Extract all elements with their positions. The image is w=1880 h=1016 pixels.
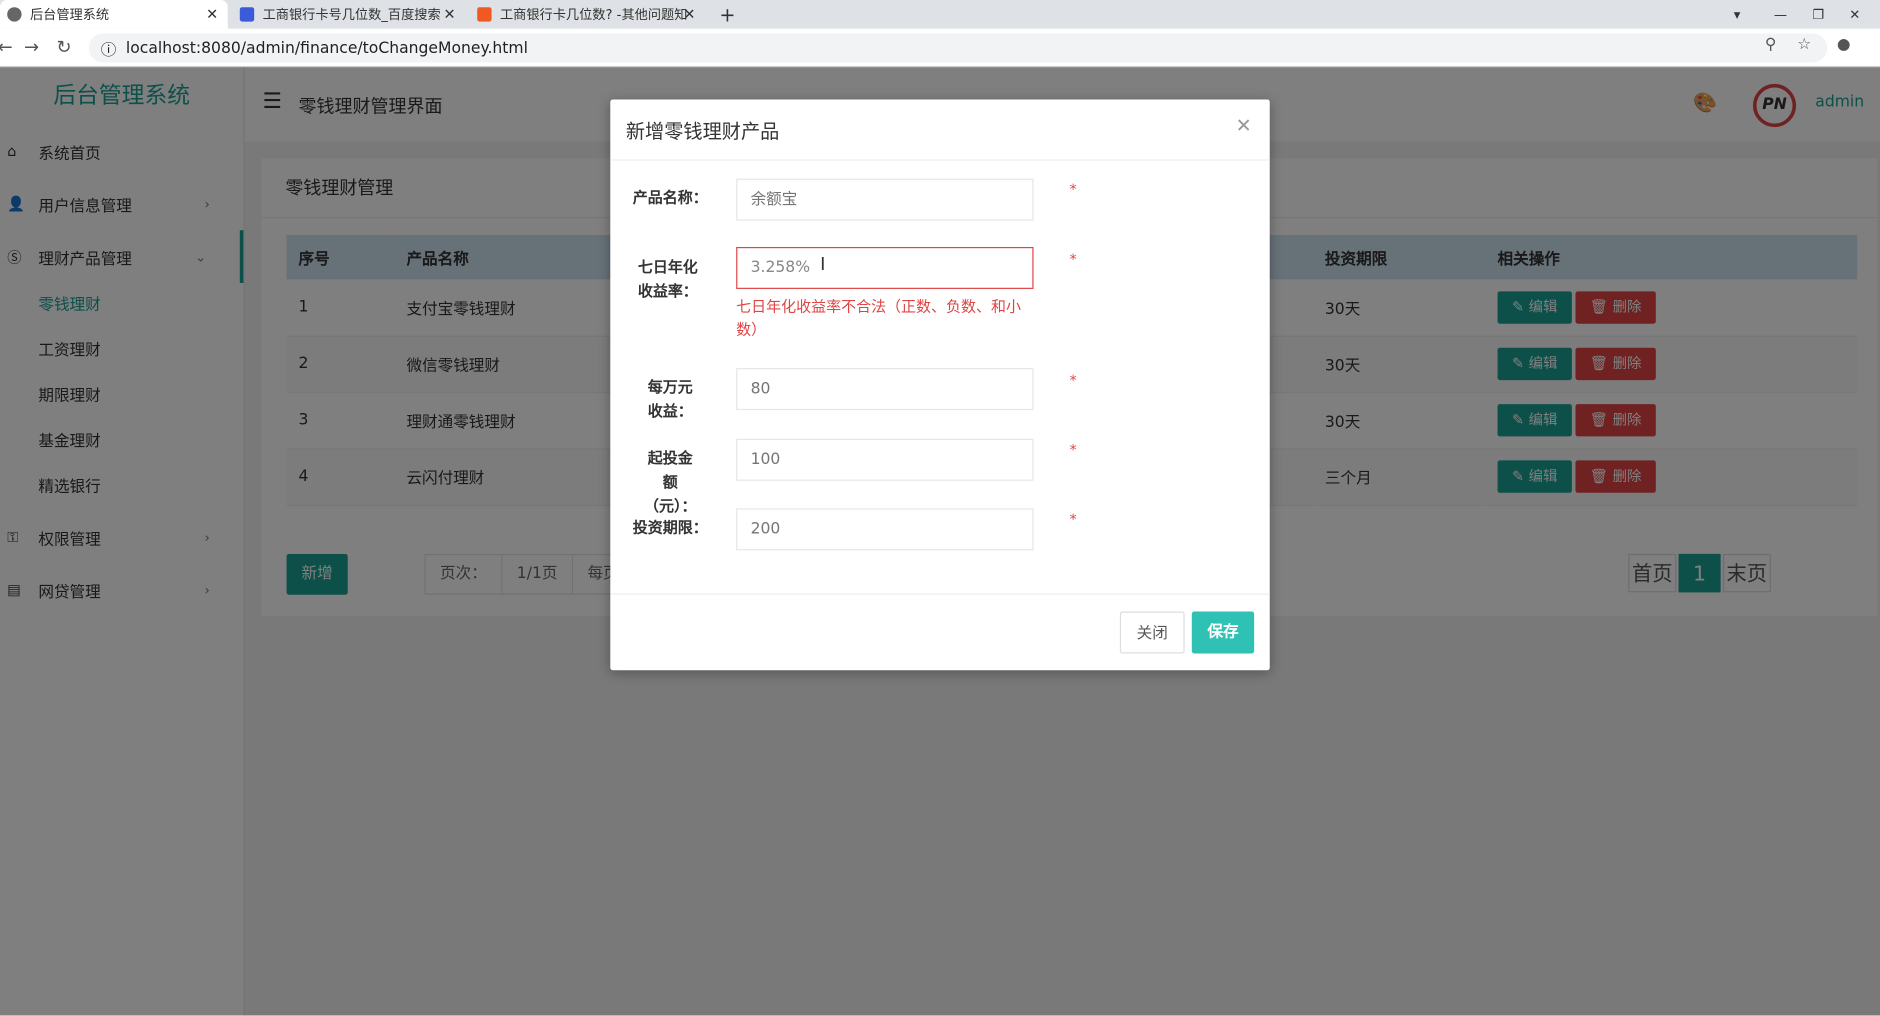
dialog-footer-divider [610, 593, 1270, 595]
field-label: 产品名称： [632, 188, 708, 207]
star-icon[interactable]: ☆ [1797, 36, 1811, 54]
forward-icon[interactable]: → [24, 36, 39, 58]
required-mark: * [1069, 371, 1077, 389]
address-bar: ← → ↻ ⓘlocalhost:8080/admin/finance/toCh… [0, 28, 1880, 68]
url-input[interactable]: ⓘ localhost:8080/admin/finance/toChangeMo… [88, 33, 1828, 63]
required-mark: * [1069, 510, 1077, 528]
browser-tab[interactable]: 工商银行卡号几位数_百度搜索 ✕ [233, 0, 466, 29]
zoom-icon[interactable]: ⚲ [1765, 36, 1776, 54]
zhidao-icon [477, 7, 492, 22]
browser-tab[interactable]: 工商银行卡几位数? -其他问题知 ✕ [470, 0, 705, 29]
required-mark: * [1069, 181, 1077, 198]
save-button[interactable]: 保存 [1191, 611, 1255, 654]
close-icon[interactable]: ✕ [1236, 114, 1252, 137]
product-name-input[interactable] [736, 178, 1034, 221]
globe-icon [7, 7, 22, 22]
error-message: 七日年化收益率不合法（正数、负数、和小数） [736, 297, 1021, 339]
close-button[interactable]: 关闭 [1119, 611, 1185, 654]
field-label: 七日年化收益率： [637, 257, 698, 300]
close-tab-icon[interactable]: ✕ [444, 6, 456, 23]
profile-icon[interactable]: ● [1837, 36, 1851, 54]
close-tab-icon[interactable]: ✕ [683, 6, 695, 23]
baidu-icon [239, 7, 255, 22]
back-icon[interactable]: ← [0, 36, 13, 58]
min-investment-input[interactable] [736, 438, 1034, 481]
new-tab-button[interactable]: + [712, 0, 742, 29]
info-icon: ⓘ [100, 41, 117, 60]
yield-rate-input[interactable]: 3.258% [736, 246, 1034, 289]
window-controls[interactable]: ▾ — ❐ ✕ [1727, 0, 1868, 29]
browser-tabbar: 后台管理系统 ✕ 工商银行卡号几位数_百度搜索 ✕ 工商银行卡几位数? -其他问题知… [0, 0, 1880, 29]
required-mark: * [1069, 441, 1077, 459]
dialog-title: 新增零钱理财产品 [610, 100, 1270, 161]
browser-tab[interactable]: 后台管理系统 ✕ [0, 0, 228, 29]
required-mark: * [1069, 250, 1077, 268]
per-10k-income-input[interactable] [736, 368, 1034, 411]
field-label: 起投金额（元）： [643, 448, 697, 515]
reload-icon[interactable]: ↻ [56, 36, 71, 58]
add-product-dialog: 新增零钱理财产品 ✕ 产品名称： * 七日年化收益率： 3.258% I * 七… [610, 99, 1270, 671]
term-input[interactable] [736, 508, 1034, 551]
field-label: 每万元收益： [647, 377, 693, 420]
close-tab-icon[interactable]: ✕ [206, 6, 218, 23]
text-cursor-icon: I [820, 252, 826, 275]
field-label: 投资期限： [632, 517, 708, 536]
